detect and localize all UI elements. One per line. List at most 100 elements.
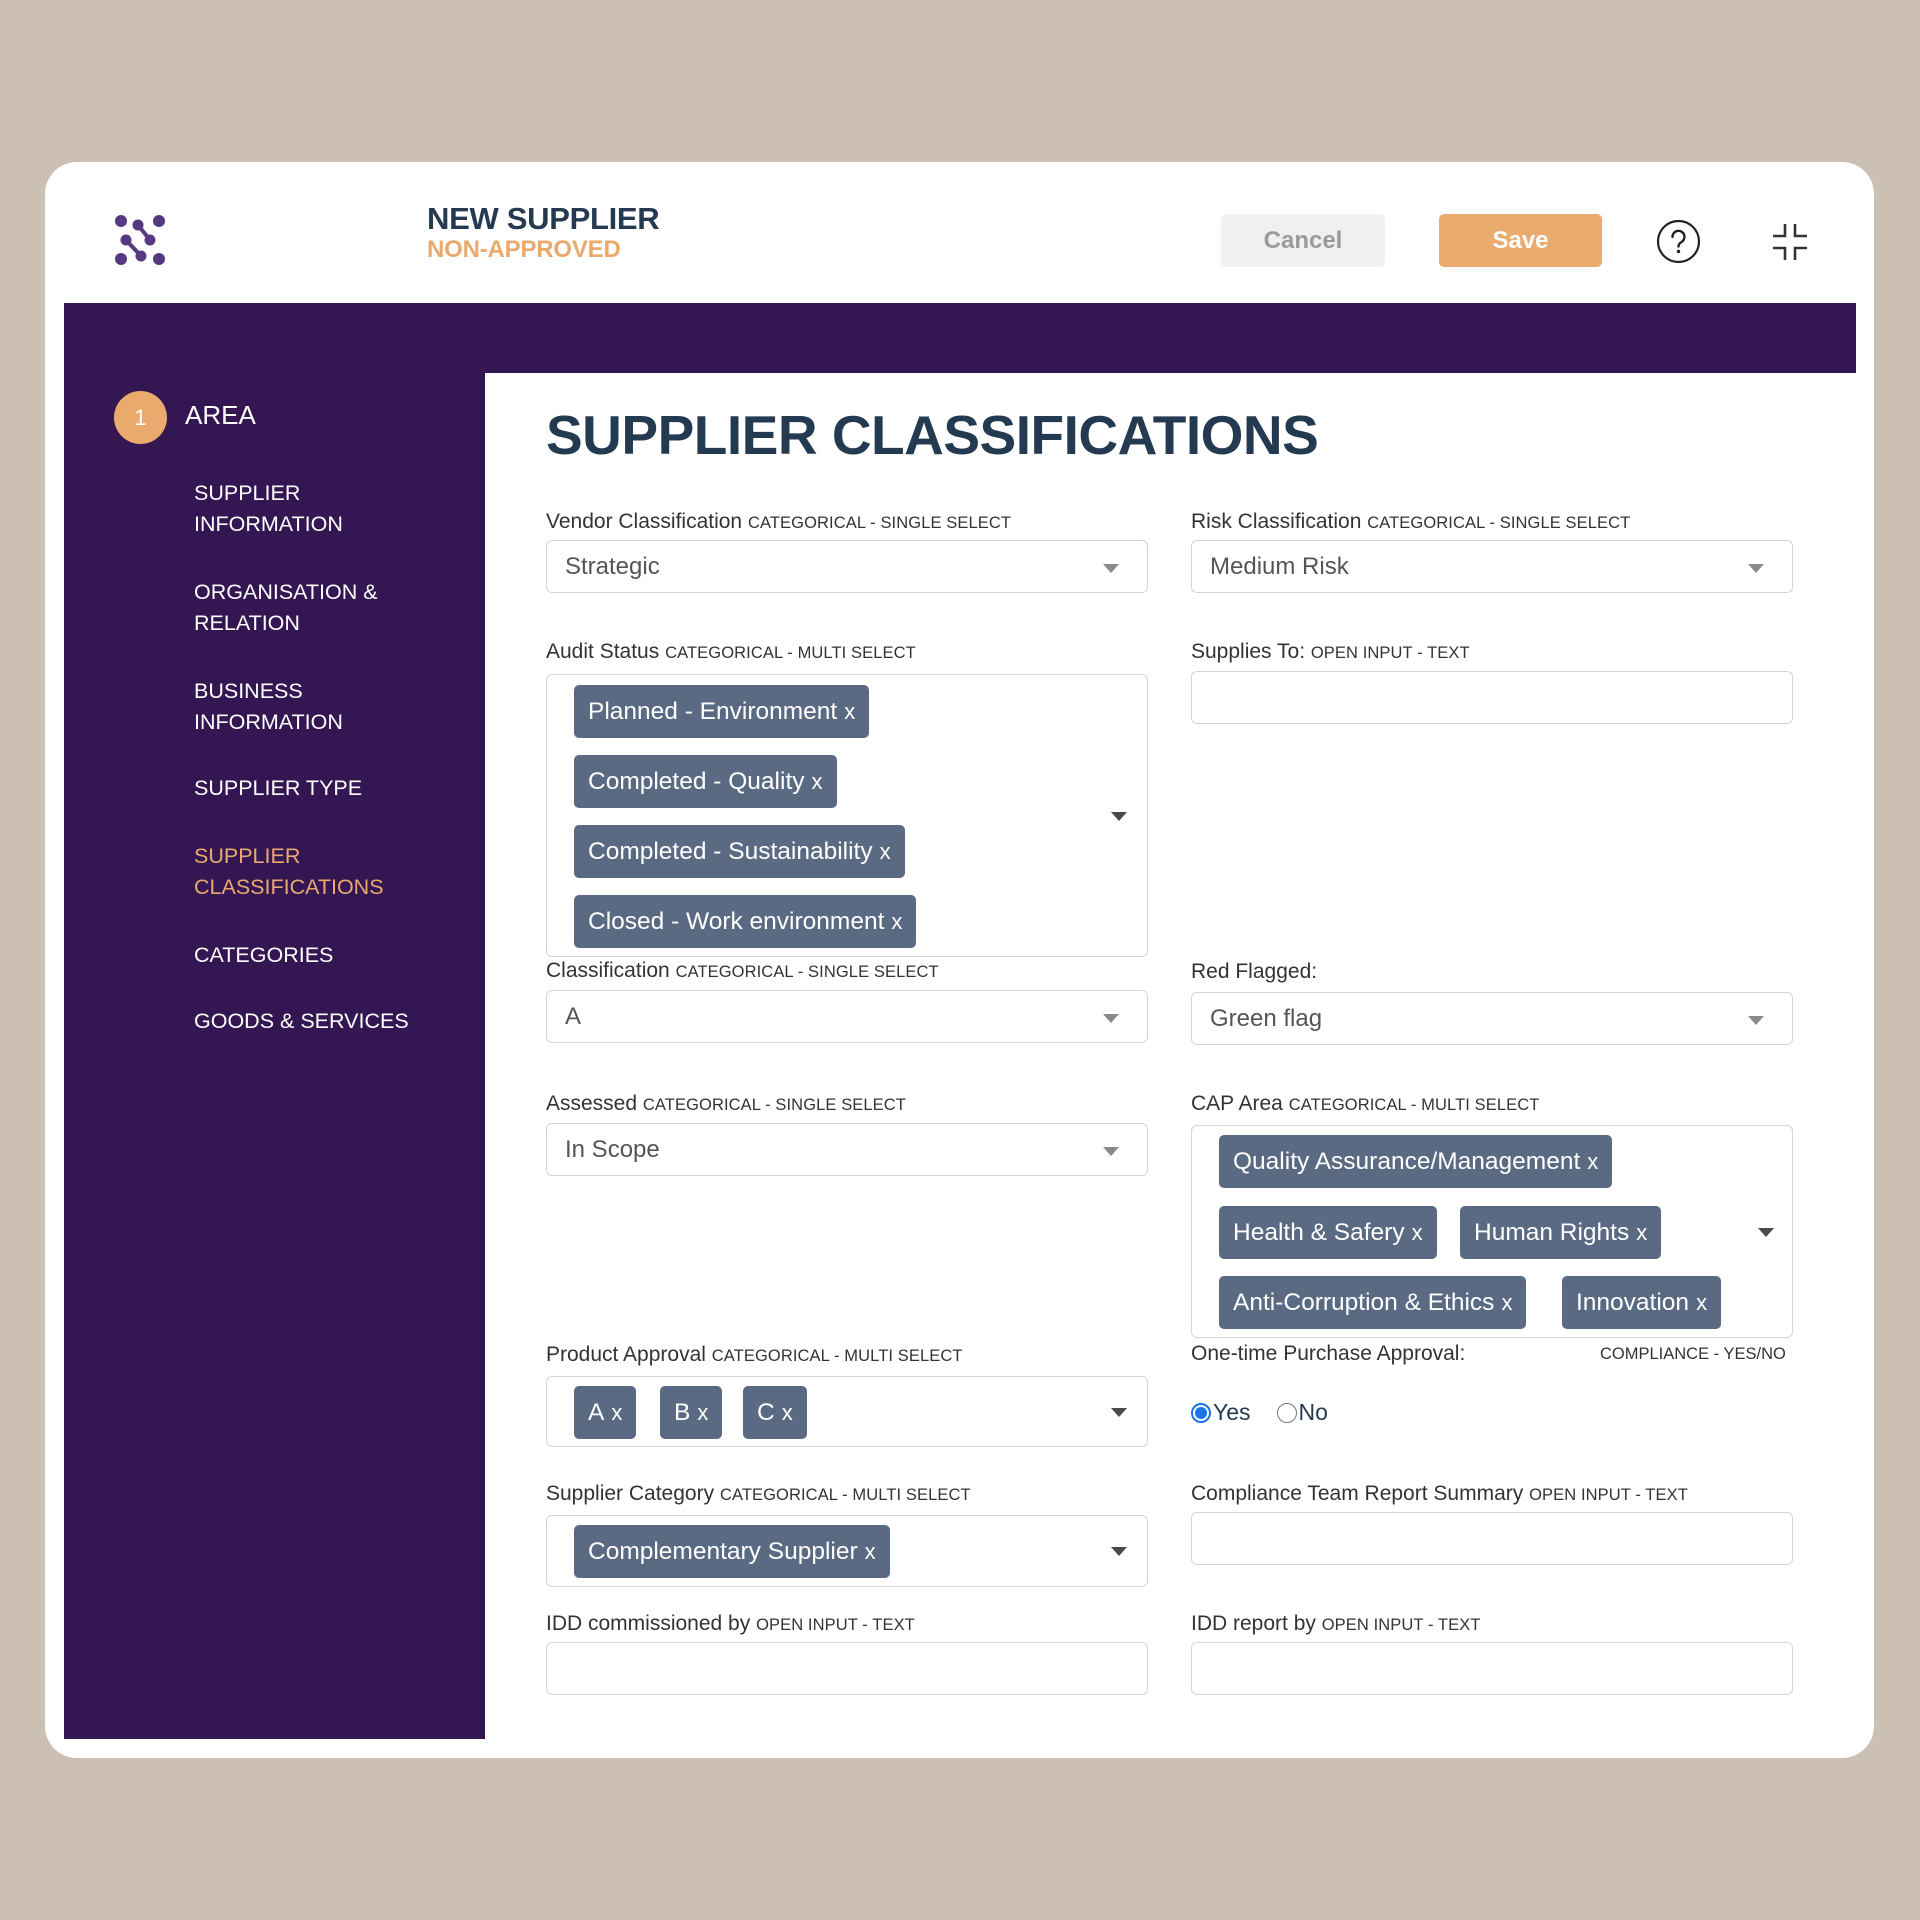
chip-label: Planned - Environment: [588, 697, 838, 725]
remove-chip-icon[interactable]: x: [1501, 1290, 1512, 1316]
chip-label: Innovation: [1576, 1288, 1690, 1316]
red-flagged-select[interactable]: Green flag: [1191, 992, 1793, 1045]
field-type-hint: CATEGORICAL - SINGLE SELECT: [642, 1096, 906, 1114]
chevron-down-icon[interactable]: [1758, 1227, 1774, 1237]
field-name: One-time Purchase Approval:: [1191, 1342, 1466, 1365]
field-name: Assessed: [546, 1092, 638, 1115]
field-name: Product Approval: [546, 1343, 706, 1366]
product-approval-chip: Bx: [660, 1386, 723, 1439]
chip-label: Human Rights: [1474, 1218, 1630, 1246]
remove-chip-icon[interactable]: x: [1636, 1220, 1647, 1246]
audit-status-multiselect[interactable]: Planned - Environment x Completed - Quali…: [546, 674, 1148, 957]
sidebar-item-label: BUSINESS INFORMATION: [194, 679, 343, 734]
remove-chip-icon[interactable]: x: [782, 1400, 793, 1426]
classification-label: Classification CATEGORICAL - SINGLE SELE…: [546, 958, 939, 985]
remove-chip-icon[interactable]: x: [1587, 1149, 1598, 1175]
step-label: AREA: [185, 400, 256, 430]
sidebar-item-business-information[interactable]: BUSINESS INFORMATION: [194, 676, 454, 738]
remove-chip-icon[interactable]: x: [1696, 1290, 1707, 1316]
sidebar-item-supplier-type[interactable]: SUPPLIER TYPE: [194, 773, 454, 804]
chevron-down-icon: [1748, 563, 1764, 573]
idd-report-by-label: IDD report by OPEN INPUT - TEXT: [1191, 1611, 1481, 1638]
selected-value: Medium Risk: [1210, 552, 1349, 580]
field-type-hint: CATEGORICAL - MULTI SELECT: [719, 1486, 971, 1504]
one-time-purchase-label: One-time Purchase Approval:: [1191, 1341, 1465, 1367]
remove-chip-icon[interactable]: x: [891, 909, 902, 935]
save-button[interactable]: Save: [1439, 214, 1602, 267]
sidebar-item-label: CATEGORIES: [194, 943, 334, 967]
field-type-hint: OPEN INPUT - TEXT: [1310, 644, 1470, 662]
field-type-hint: CATEGORICAL - SINGLE SELECT: [747, 514, 1012, 532]
radio-yes[interactable]: Yes: [1191, 1399, 1251, 1426]
assessed-select[interactable]: In Scope: [546, 1123, 1148, 1176]
field-name: Classification: [546, 959, 670, 982]
idd-commissioned-by-input[interactable]: [546, 1642, 1148, 1695]
sidebar-item-label: SUPPLIER INFORMATION: [194, 481, 343, 536]
compress-icon[interactable]: [1769, 221, 1811, 263]
remove-chip-icon[interactable]: x: [697, 1400, 708, 1426]
field-type-hint: CATEGORICAL - SINGLE SELECT: [675, 963, 939, 981]
radio-label: Yes: [1213, 1399, 1251, 1425]
red-flagged-label: Red Flagged:: [1191, 959, 1317, 985]
remove-chip-icon[interactable]: x: [865, 1539, 876, 1565]
radio-unchecked-icon[interactable]: [1276, 1402, 1297, 1423]
supplies-to-input[interactable]: [1191, 671, 1793, 724]
chevron-down-icon: [1103, 563, 1119, 573]
remove-chip-icon[interactable]: x: [1412, 1220, 1423, 1246]
chip-label: A: [588, 1398, 605, 1426]
chevron-down-icon: [1103, 1013, 1119, 1023]
supplier-category-multiselect[interactable]: Complementary Supplier x: [546, 1515, 1148, 1587]
field-name: IDD report by: [1191, 1612, 1316, 1635]
field-name: CAP Area: [1191, 1092, 1283, 1115]
field-name: Risk Classification: [1191, 510, 1362, 533]
cancel-button[interactable]: Cancel: [1221, 214, 1385, 267]
risk-classification-label: Risk Classification CATEGORICAL - SINGLE…: [1191, 509, 1630, 536]
field-name: Audit Status: [546, 640, 660, 663]
sidebar-item-label: GOODS & SERVICES: [194, 1009, 409, 1033]
remove-chip-icon[interactable]: x: [844, 699, 855, 725]
cap-area-chip: Innovation x: [1562, 1276, 1722, 1329]
audit-status-label: Audit Status CATEGORICAL - MULTI SELECT: [546, 639, 916, 666]
audit-status-chip: Completed - Sustainability x: [574, 825, 905, 878]
chevron-down-icon[interactable]: [1111, 1547, 1127, 1556]
risk-classification-select[interactable]: Medium Risk: [1191, 540, 1793, 593]
product-approval-label: Product Approval CATEGORICAL - MULTI SEL…: [546, 1342, 963, 1369]
sidebar-item-supplier-information[interactable]: SUPPLIER INFORMATION: [194, 478, 454, 540]
field-name: Compliance Team Report Summary: [1191, 1482, 1524, 1505]
chevron-down-icon: [1103, 1146, 1119, 1156]
chevron-down-icon[interactable]: [1111, 1407, 1127, 1417]
supplier-category-chip: Complementary Supplier x: [574, 1525, 890, 1578]
sidebar-item-label: SUPPLIER TYPE: [194, 776, 363, 800]
sidebar-item-supplier-classifications[interactable]: SUPPLIER CLASSIFICATIONS: [194, 841, 454, 903]
sidebar-item-label: SUPPLIER CLASSIFICATIONS: [194, 844, 384, 899]
remove-chip-icon[interactable]: x: [880, 839, 891, 865]
classification-select[interactable]: A: [546, 990, 1148, 1043]
vendor-classification-select[interactable]: Strategic: [546, 540, 1148, 593]
field-name: Supplier Category: [546, 1482, 715, 1505]
field-type-hint: OPEN INPUT - TEXT: [756, 1616, 915, 1634]
remove-chip-icon[interactable]: x: [611, 1400, 622, 1426]
sidebar-item-goods-services[interactable]: GOODS & SERVICES: [194, 1006, 454, 1037]
radio-checked-icon[interactable]: [1191, 1402, 1211, 1423]
sidebar-item-categories[interactable]: CATEGORIES: [194, 940, 454, 971]
field-type-hint: OPEN INPUT - TEXT: [1529, 1486, 1688, 1504]
chevron-down-icon[interactable]: [1111, 811, 1127, 821]
chevron-down-icon: [1748, 1015, 1764, 1025]
cap-area-chip: Human Rights x: [1460, 1206, 1662, 1259]
chip-label: Complementary Supplier: [588, 1537, 858, 1565]
compliance-summary-input[interactable]: [1191, 1512, 1793, 1565]
page-title-block: NEW SUPPLIER NON-APPROVED: [427, 202, 660, 264]
section-heading: SUPPLIER CLASSIFICATIONS: [546, 404, 1319, 466]
step-number-badge: 1: [114, 391, 167, 444]
chip-label: Quality Assurance/Management: [1233, 1147, 1581, 1175]
approval-status: NON-APPROVED: [427, 236, 621, 263]
radio-no[interactable]: No: [1276, 1399, 1328, 1426]
remove-chip-icon[interactable]: x: [812, 769, 823, 795]
help-circle-icon[interactable]: [1656, 219, 1701, 264]
idd-report-by-input[interactable]: [1191, 1642, 1793, 1695]
cap-area-label: CAP Area CATEGORICAL - MULTI SELECT: [1191, 1091, 1539, 1118]
chip-label: Completed - Quality: [588, 767, 805, 795]
cap-area-multiselect[interactable]: Quality Assurance/Management x Health & S…: [1191, 1125, 1793, 1338]
product-approval-multiselect[interactable]: Ax Bx Cx: [546, 1376, 1148, 1447]
sidebar-item-organisation-relation[interactable]: ORGANISATION & RELATION: [194, 577, 454, 639]
